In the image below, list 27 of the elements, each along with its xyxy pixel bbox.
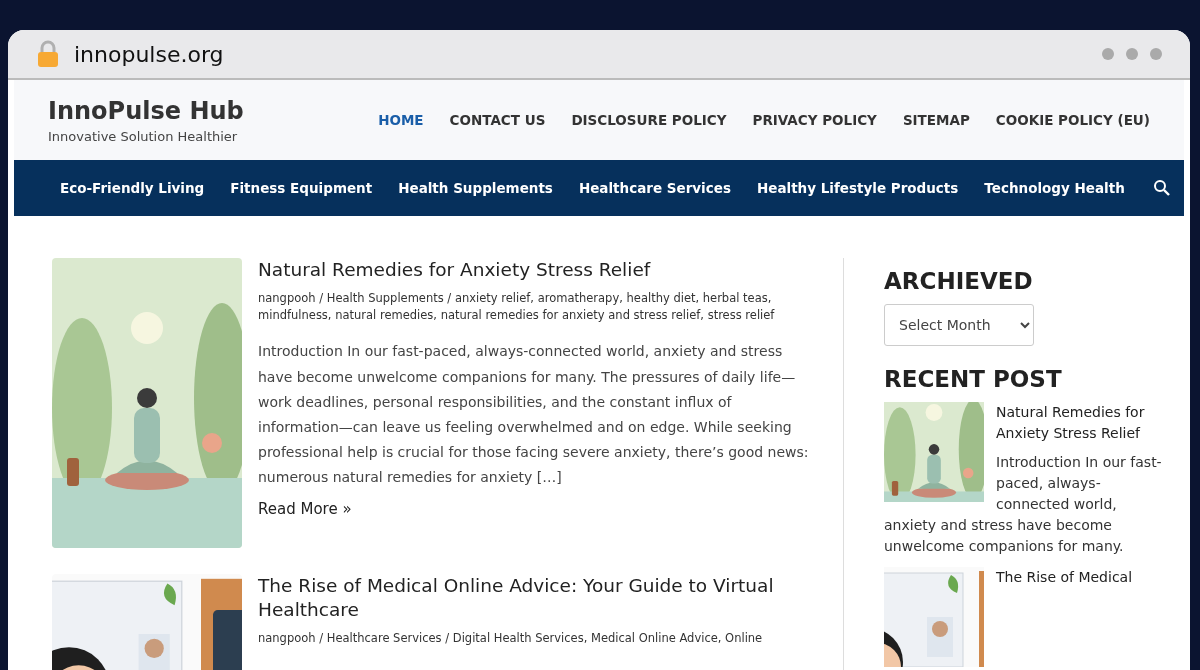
archive-heading: ARCHIEVED — [884, 268, 1034, 294]
recent-post-title[interactable]: Natural Remedies for Anxiety Stress Relief — [884, 402, 1170, 444]
read-more-link[interactable]: Read More » — [258, 499, 352, 518]
category-link[interactable]: Technology Health — [984, 180, 1125, 196]
category-link[interactable]: Fitness Equipment — [230, 180, 373, 196]
menu-link[interactable]: DISCLOSURE POLICY — [571, 112, 727, 128]
site-title[interactable]: InnoPulse Hub — [48, 96, 244, 125]
menu-link[interactable]: PRIVACY POLICY — [752, 112, 877, 128]
address-url[interactable]: innopulse.org — [74, 41, 224, 67]
recent-heading: RECENT POST — [884, 366, 1063, 392]
post-excerpt: Introduction In our fast-paced, always-connected world, anxiety and stress have become unwelcome companions for many. The pressures of daily life—work deadlines, personal responsibilities, and the constant influx of information—can leave us feeling overwhelmed and on edge. While seeking professional help is crucial for those facing severe anxiety, there’s good news: numerous natural remedies for anxiety […] — [258, 342, 810, 488]
menu-link[interactable]: COOKIE POLICY (EU) — [995, 112, 1150, 128]
month-select[interactable]: Select Month — [884, 304, 1034, 346]
category-link[interactable]: Healthy Lifestyle Products — [756, 180, 959, 196]
site-tagline: Innovative Solution Healthier — [48, 128, 239, 144]
recent-post-excerpt: Introduction In our fast-paced, always-connected world, anxiety and stress have become unwelcome companions for many. — [884, 453, 1163, 556]
post-title[interactable]: Natural Remedies for Anxiety Stress Relief — [258, 258, 813, 283]
category-link[interactable]: Health Supplements — [398, 180, 553, 196]
category-link[interactable]: Eco-Friendly Living — [60, 180, 205, 196]
post-meta: nangpooh / Health Supplements / anxiety relief, aromatherapy, healthy diet, herbal teas, mindfulness, natural remedies, natural remedies for anxiety and stress relief, stress relief — [258, 290, 776, 324]
menu-link[interactable]: HOME — [378, 112, 424, 128]
menu-link[interactable]: SITEMAP — [902, 112, 970, 128]
menu-link[interactable]: CONTACT US — [449, 112, 546, 128]
recent-post-title[interactable]: The Rise of Medical — [884, 567, 1170, 588]
post-meta: nangpooh / Healthcare Services / Digital Health Services, Medical Online Advice, Online — [258, 630, 764, 647]
category-link[interactable]: Healthcare Services — [578, 180, 731, 196]
post-title[interactable]: The Rise of Medical Online Advice: Your Guide to Virtual Healthcare — [258, 574, 813, 623]
